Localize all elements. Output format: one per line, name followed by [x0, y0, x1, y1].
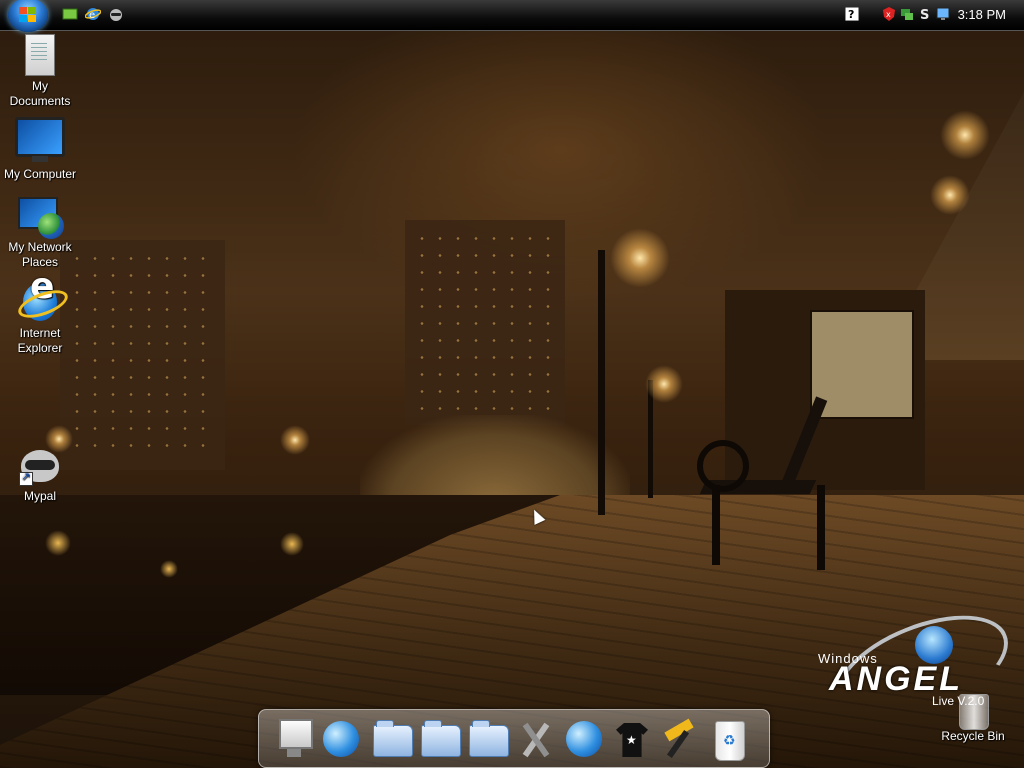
wallpaper-lamp-pole	[598, 250, 605, 515]
tools-dock-icon[interactable]	[515, 715, 555, 761]
wallpaper-building-center	[405, 220, 565, 425]
display-icon[interactable]	[936, 7, 950, 21]
show-desktop-icon[interactable]	[62, 6, 78, 22]
desktop-icon-label: Mypal	[23, 489, 56, 503]
wallpaper-reflection	[160, 560, 178, 578]
start-button[interactable]	[8, 0, 48, 32]
internet-explorer-icon[interactable]: e	[84, 6, 102, 22]
svg-text:?: ?	[848, 8, 854, 21]
mypal-icon[interactable]	[108, 6, 124, 22]
wallpaper-building-left	[60, 240, 225, 470]
wallpaper-lamp-glow	[280, 425, 310, 455]
taskbar-clock[interactable]: 3:18 PM	[958, 7, 1006, 22]
sound-icon[interactable]: S	[918, 7, 932, 23]
svg-text:x: x	[886, 10, 891, 19]
svg-text:e: e	[89, 10, 95, 21]
documents-folder-dock-icon[interactable]	[371, 715, 413, 761]
wallpaper-lamp-glow	[610, 228, 670, 288]
desktop-icon-mypal[interactable]: Mypal	[0, 448, 80, 504]
network-places-icon	[18, 197, 64, 239]
desktop-icon-my-computer[interactable]: My Computer	[0, 117, 80, 182]
dock-bar: ★	[258, 709, 770, 768]
windows-orb-icon	[19, 7, 37, 23]
taskbar: e ? x S 3:18 PM	[0, 0, 1024, 32]
network-icon[interactable]	[900, 7, 914, 21]
windows-angel-logo: Windows ANGEL Live V.2.0	[815, 593, 1023, 745]
help-icon[interactable]: ?	[844, 6, 860, 22]
pictures-folder-dock-icon[interactable]	[467, 715, 509, 761]
wallpaper-reflection	[45, 530, 71, 556]
desktop-icon-label: My Computer	[3, 167, 77, 181]
wallpaper-bench	[697, 385, 857, 585]
wallpaper-reflection	[280, 532, 304, 556]
desktop-icon-internet-explorer[interactable]: Internet Explorer	[0, 279, 80, 356]
internet-explorer-icon	[14, 279, 72, 324]
desktop-icon-label: My Documents	[9, 79, 71, 108]
mypal-raccoon-icon	[19, 448, 61, 486]
security-shield-icon[interactable]: x	[882, 7, 896, 21]
my-documents-icon	[25, 34, 55, 76]
recycle-bin-dock-icon[interactable]	[709, 715, 749, 761]
themes-shirt-dock-icon[interactable]: ★	[612, 715, 652, 761]
network-globe-dock-icon[interactable]	[564, 715, 604, 761]
wallpaper-lamp-glow	[645, 365, 683, 403]
my-computer-dock-icon[interactable]	[275, 715, 315, 761]
desktop-icon-my-documents[interactable]: My Documents	[0, 34, 80, 109]
logo-version-text: Live V.2.0	[932, 694, 985, 708]
wallpaper-lamp-glow	[930, 175, 970, 215]
settings-hammer-dock-icon[interactable]	[659, 715, 699, 761]
music-folder-dock-icon[interactable]	[419, 715, 461, 761]
my-computer-icon	[15, 117, 65, 162]
windows-orb-icon	[915, 626, 953, 664]
desktop-icon-label: Internet Explorer	[17, 326, 63, 355]
svg-text:S: S	[920, 8, 929, 21]
wallpaper-lamp-glow	[940, 110, 990, 160]
internet-dock-icon[interactable]	[321, 715, 361, 761]
desktop-icon-label: Recycle Bin	[941, 729, 1005, 743]
desktop-icon-network-places[interactable]: My Network Places	[0, 197, 80, 270]
